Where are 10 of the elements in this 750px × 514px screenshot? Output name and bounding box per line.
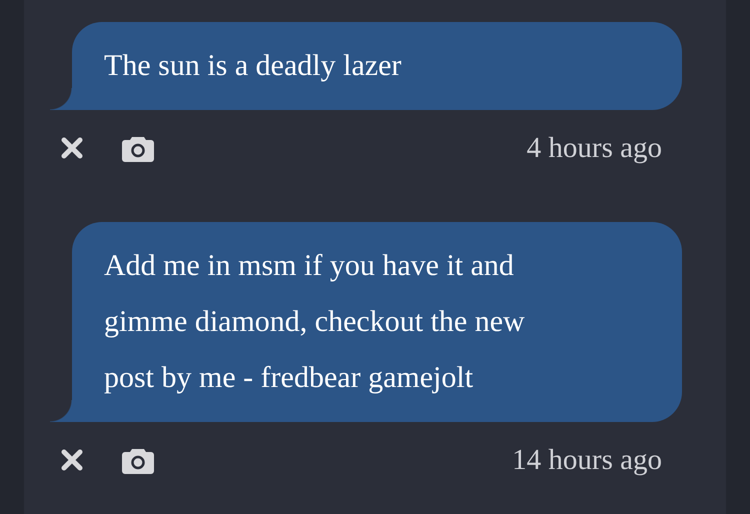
timestamp: 14 hours ago — [512, 444, 662, 476]
close-button[interactable] — [60, 448, 84, 472]
close-button[interactable] — [60, 136, 84, 160]
close-icon — [60, 448, 84, 472]
camera-button[interactable] — [122, 134, 154, 162]
close-icon — [60, 136, 84, 160]
camera-button[interactable] — [122, 446, 154, 474]
timestamp: 4 hours ago — [526, 132, 662, 164]
camera-icon — [122, 134, 154, 162]
camera-icon — [122, 446, 154, 474]
